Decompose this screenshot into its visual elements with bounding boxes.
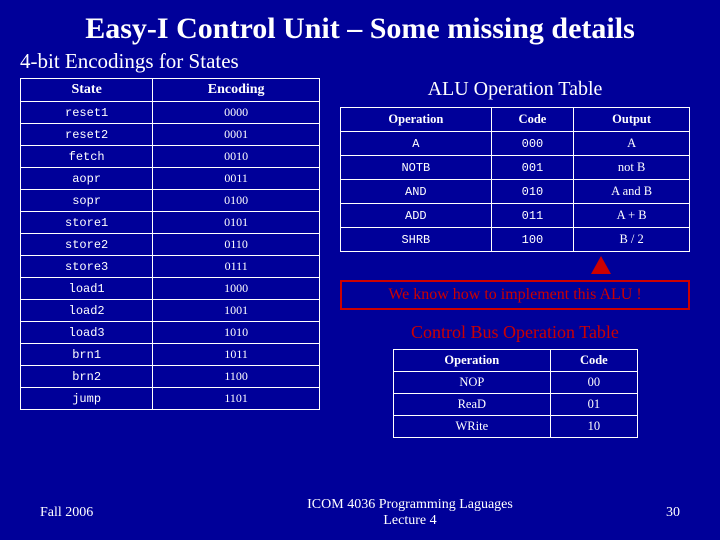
table-header-row: Operation Code Output [341, 108, 690, 132]
ctrl-heading: Control Bus Operation Table [340, 322, 690, 343]
table-row: load21001 [21, 300, 320, 322]
table-header-row: State Encoding [21, 79, 320, 102]
slide-subtitle: 4-bit Encodings for States [0, 47, 720, 78]
table-row: NOP00 [393, 372, 637, 394]
states-table: State Encoding reset10000 reset20001 fet… [20, 78, 320, 410]
left-column: State Encoding reset10000 reset20001 fet… [20, 78, 320, 438]
table-row: load11000 [21, 278, 320, 300]
table-row: brn11011 [21, 344, 320, 366]
col-operation: Operation [341, 108, 492, 132]
content-area: State Encoding reset10000 reset20001 fet… [0, 78, 720, 438]
arrow-up-icon [591, 256, 611, 274]
table-row: fetch0010 [21, 146, 320, 168]
table-row: aopr0011 [21, 168, 320, 190]
table-row: sopr0100 [21, 190, 320, 212]
ctrl-table: Operation Code NOP00 ReaD01 WRite10 [393, 349, 638, 438]
callout-box: We know how to implement this ALU ! [340, 280, 690, 310]
table-row: NOTB001not B [341, 156, 690, 180]
table-row: SHRB100B / 2 [341, 228, 690, 252]
footer-left: Fall 2006 [0, 505, 180, 521]
footer-center: ICOM 4036 Programming Laguages Lecture 4 [180, 497, 640, 528]
alu-table: Operation Code Output A000A NOTB001not B… [340, 107, 690, 252]
table-row: reset20001 [21, 124, 320, 146]
slide-title: Easy-I Control Unit – Some missing detai… [0, 0, 720, 47]
col-state: State [21, 79, 153, 102]
table-row: AND010A and B [341, 180, 690, 204]
footer-right: 30 [640, 505, 720, 521]
table-row: brn21100 [21, 366, 320, 388]
table-row: store10101 [21, 212, 320, 234]
table-row: reset10000 [21, 102, 320, 124]
col-operation: Operation [393, 350, 551, 372]
callout-text: We know how to implement this ALU ! [388, 286, 641, 303]
table-row: ADD011A + B [341, 204, 690, 228]
table-row: store30111 [21, 256, 320, 278]
table-row: A000A [341, 132, 690, 156]
alu-heading: ALU Operation Table [340, 78, 690, 101]
table-row: ReaD01 [393, 394, 637, 416]
col-code: Code [491, 108, 574, 132]
right-column: ALU Operation Table Operation Code Outpu… [340, 78, 690, 438]
table-row: WRite10 [393, 416, 637, 438]
col-encoding: Encoding [153, 79, 320, 102]
col-code: Code [551, 350, 637, 372]
table-row: store20110 [21, 234, 320, 256]
footer: Fall 2006 ICOM 4036 Programming Laguages… [0, 497, 720, 528]
table-header-row: Operation Code [393, 350, 637, 372]
table-row: jump1101 [21, 388, 320, 410]
table-row: load31010 [21, 322, 320, 344]
col-output: Output [574, 108, 690, 132]
